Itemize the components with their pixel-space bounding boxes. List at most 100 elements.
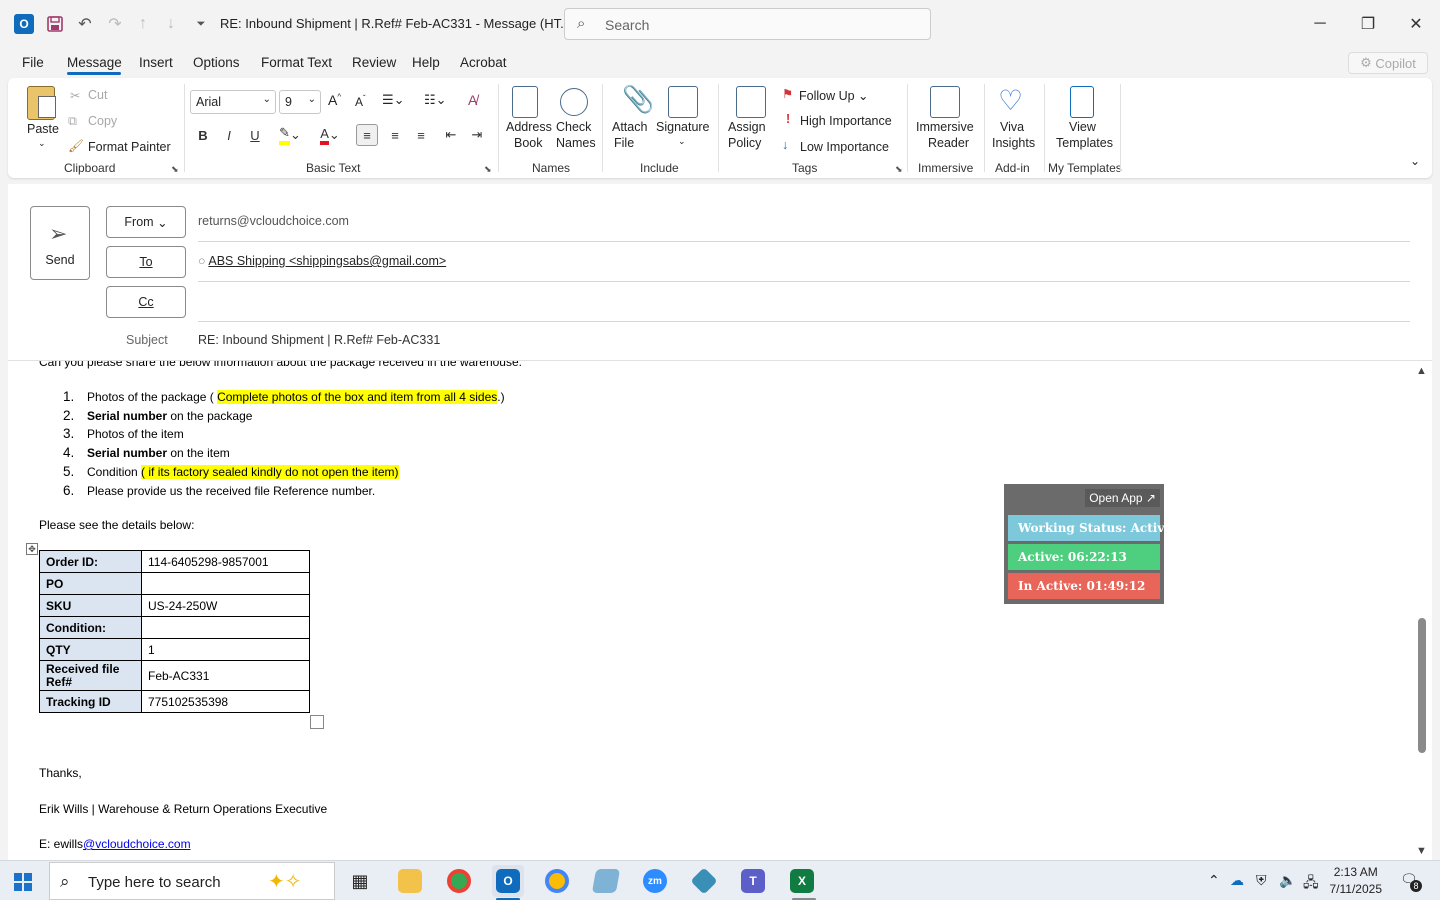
excel-button[interactable]: X <box>786 865 818 897</box>
scrollbar-thumb[interactable] <box>1418 618 1426 753</box>
menu-format-text[interactable]: Format Text <box>261 55 332 70</box>
previous-item-icon[interactable]: ↑ <box>132 12 154 36</box>
email-link[interactable]: @vcloudchoice.com <box>83 837 191 851</box>
outlook-taskbar-button[interactable]: O <box>492 865 524 897</box>
bold-button[interactable]: B <box>192 124 214 146</box>
shrink-font-icon[interactable]: Aˇ <box>355 94 366 109</box>
address-book-label-2: Book <box>514 136 543 150</box>
font-color-button[interactable]: A ⌄ <box>314 124 346 146</box>
grow-font-icon[interactable]: A^ <box>328 92 341 108</box>
from-button[interactable]: From ⌄ <box>106 206 186 238</box>
tags-launcher-icon[interactable]: ⬊ <box>895 164 903 175</box>
cc-button[interactable]: Cc <box>106 286 186 318</box>
align-center-button[interactable]: ≡ <box>384 124 406 146</box>
save-icon[interactable] <box>44 12 66 36</box>
network-icon[interactable]: 🖧 <box>1303 872 1319 896</box>
undo-icon[interactable]: ↶ <box>74 12 96 36</box>
taskbar-search[interactable]: ⌕ Type here to search ✦✧ <box>49 862 335 900</box>
menu-insert[interactable]: Insert <box>139 55 173 70</box>
minimize-button[interactable]: ─ <box>1305 10 1335 38</box>
chevron-up-icon[interactable]: ⌃ <box>1208 872 1220 889</box>
scroll-down-icon[interactable]: ▼ <box>1416 845 1427 857</box>
highlight-button[interactable]: ✎ ⌄ <box>274 124 306 146</box>
app-button[interactable] <box>590 865 622 897</box>
speaker-icon[interactable]: 🔈 <box>1279 872 1296 889</box>
cut-icon[interactable]: ✂ <box>70 88 80 103</box>
paste-button[interactable]: Paste ⌄ <box>22 84 62 154</box>
flag-icon[interactable]: ⚑ <box>782 86 793 101</box>
high-importance-icon[interactable]: ! <box>786 112 790 126</box>
to-field[interactable]: ○ ABS Shipping <shippingsabs@gmail.com> <box>198 254 446 268</box>
copy-icon[interactable]: ⧉ <box>68 114 77 129</box>
menu-review[interactable]: Review <box>352 55 396 70</box>
message-body[interactable]: Can you please share the below informati… <box>8 361 1413 860</box>
task-view-button[interactable]: ▦ <box>344 865 376 897</box>
low-importance-icon[interactable]: ↓ <box>782 138 788 152</box>
zoom-button[interactable]: zm <box>639 865 671 897</box>
attach-file-button[interactable]: 📎 Attach File <box>610 84 654 156</box>
ribbon-expand-icon[interactable]: ⌄ <box>1410 154 1420 168</box>
align-left-button[interactable]: ≡ <box>356 124 378 146</box>
low-importance-button[interactable]: Low Importance <box>800 140 889 154</box>
copilot-button[interactable]: ⚙ Copilot <box>1348 52 1428 74</box>
signature-button[interactable]: Signature ⌄ <box>654 84 712 156</box>
chrome-profile-button[interactable] <box>541 865 573 897</box>
scroll-up-icon[interactable]: ▲ <box>1416 365 1427 377</box>
customize-toolbar-icon[interactable]: ⏷ <box>190 12 212 36</box>
next-item-icon[interactable]: ↓ <box>160 12 182 36</box>
high-importance-button[interactable]: High Importance <box>800 114 892 128</box>
table-resize-handle[interactable] <box>310 715 324 729</box>
windows-start-icon[interactable] <box>14 873 32 891</box>
taskbar: ⌕ Type here to search ✦✧ ▦ O zm T X ⌃ ☁ … <box>0 860 1440 900</box>
copy-button[interactable]: Copy <box>88 114 117 128</box>
address-book-button[interactable]: Address Book <box>504 84 552 156</box>
send-button[interactable]: ➢ Send <box>30 206 90 280</box>
check-names-button[interactable]: Check Names <box>552 84 598 156</box>
increase-indent-icon[interactable]: ⇥ <box>466 124 488 146</box>
menu-message[interactable]: Message <box>67 55 122 70</box>
viva-insights-button[interactable]: ♡ Viva Insights <box>988 84 1038 156</box>
notifications-button[interactable]: 🗨 8 <box>1400 871 1422 892</box>
to-recipient[interactable]: ABS Shipping <shippingsabs@gmail.com> <box>208 254 446 268</box>
redo-icon[interactable]: ↷ <box>104 12 126 36</box>
clock[interactable]: 2:13 AM 7/11/2025 <box>1330 864 1383 898</box>
file-explorer-button[interactable] <box>394 865 426 897</box>
table-move-handle-icon[interactable]: ✥ <box>26 543 38 555</box>
menu-help[interactable]: Help <box>412 55 440 70</box>
list-num: 5. <box>63 464 75 479</box>
font-family-select[interactable]: Arial ⌄ <box>190 90 276 114</box>
menu-options[interactable]: Options <box>193 55 240 70</box>
basic-text-launcher-icon[interactable]: ⬊ <box>484 164 492 175</box>
immersive-reader-button[interactable]: Immersive Reader <box>912 84 976 156</box>
align-right-button[interactable]: ≡ <box>410 124 432 146</box>
view-templates-button[interactable]: View Templates <box>1050 84 1116 156</box>
font-size-select[interactable]: 9 ⌄ <box>279 90 321 114</box>
to-button[interactable]: To <box>106 246 186 278</box>
assign-policy-button[interactable]: Assign Policy <box>724 84 774 156</box>
clipboard-launcher-icon[interactable]: ⬊ <box>171 164 179 175</box>
search-box[interactable]: ⌕ Search <box>564 8 931 40</box>
chrome-button[interactable] <box>443 865 475 897</box>
follow-up-button[interactable]: Follow Up ⌄ <box>799 88 869 103</box>
subject-field[interactable]: RE: Inbound Shipment | R.Ref# Feb-AC331 <box>198 333 440 347</box>
format-painter-button[interactable]: Format Painter <box>88 140 171 154</box>
close-button[interactable]: ✕ <box>1401 10 1431 38</box>
restore-button[interactable]: ❐ <box>1353 10 1383 38</box>
vertical-scrollbar[interactable]: ▲ ▼ <box>1413 361 1432 860</box>
onedrive-icon[interactable]: ☁ <box>1230 872 1244 889</box>
italic-button[interactable]: I <box>218 124 240 146</box>
clear-formatting-icon[interactable]: A̸ <box>468 92 477 108</box>
open-app-button[interactable]: Open App ↗ <box>1085 489 1160 507</box>
cut-button[interactable]: Cut <box>88 88 107 102</box>
bullets-icon[interactable]: ☰⌄ <box>382 92 405 108</box>
format-painter-icon[interactable]: 🖌 <box>68 139 84 154</box>
teams-button[interactable]: T <box>737 865 769 897</box>
underline-button[interactable]: U <box>244 124 266 146</box>
app-button[interactable] <box>688 865 720 897</box>
security-icon[interactable]: ⛨ <box>1256 872 1267 889</box>
menu-file[interactable]: File <box>22 55 44 70</box>
outlook-logo-icon: O <box>14 14 34 34</box>
menu-acrobat[interactable]: Acrobat <box>460 55 507 70</box>
decrease-indent-icon[interactable]: ⇤ <box>440 124 462 146</box>
numbering-icon[interactable]: ☷⌄ <box>424 92 447 108</box>
